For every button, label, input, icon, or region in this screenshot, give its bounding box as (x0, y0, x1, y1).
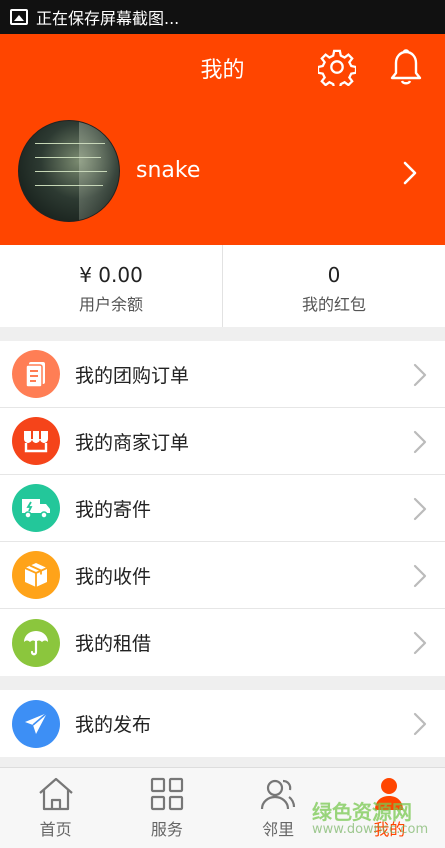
tab-label: 邻里 (262, 820, 295, 839)
menu-label: 我的收件 (75, 565, 152, 588)
menu-item-rentals[interactable]: 我的租借 (0, 609, 445, 676)
tab-services[interactable]: 服务 (111, 768, 222, 848)
menu-group-orders: 我的团购订单 我的商家订单 我的寄件 我的收件 我的租借 (0, 341, 445, 676)
chevron-right-icon[interactable] (402, 160, 418, 186)
truck-icon (12, 484, 60, 532)
store-icon (12, 417, 60, 465)
status-bar: 正在保存屏幕截图... (0, 0, 445, 34)
image-icon (10, 9, 28, 25)
chevron-right-icon (413, 631, 427, 655)
status-text: 正在保存屏幕截图... (36, 9, 180, 28)
redpacket-label: 我的红包 (301, 295, 366, 314)
menu-item-my-posts[interactable]: 我的发布 (0, 690, 445, 757)
menu-label: 我的租借 (75, 633, 152, 655)
page-title: 我的 (200, 58, 245, 83)
watermark-url: www.downcc.com (312, 822, 429, 837)
bell-icon[interactable] (388, 48, 424, 86)
chevron-right-icon (413, 712, 427, 736)
menu-item-merchant-orders[interactable]: 我的商家订单 (0, 408, 445, 475)
grid-icon (150, 777, 183, 811)
redpacket-value: 0 (327, 263, 341, 287)
gear-icon[interactable] (318, 48, 356, 86)
chevron-right-icon (413, 497, 427, 521)
profile-header: 我的 snake (0, 34, 445, 245)
chevron-right-icon (413, 430, 427, 454)
box-icon (12, 551, 60, 599)
tab-label: 首页 (39, 820, 72, 839)
tab-label: 服务 (150, 820, 183, 839)
username[interactable]: snake (136, 158, 200, 183)
paper-plane-icon (12, 699, 60, 748)
balance-cell[interactable]: ¥ 0.00 用户余额 (0, 245, 222, 327)
menu-item-group-buy-orders[interactable]: 我的团购订单 (0, 341, 445, 408)
menu-label: 我的寄件 (75, 498, 152, 521)
menu-item-receive-parcels[interactable]: 我的收件 (0, 542, 445, 609)
watermark-text: 绿色资源网 (312, 800, 412, 824)
document-icon (12, 350, 60, 398)
tab-home[interactable]: 首页 (0, 768, 111, 848)
umbrella-icon (12, 618, 60, 667)
people-icon (261, 779, 296, 810)
chevron-right-icon (413, 363, 427, 387)
redpacket-cell[interactable]: 0 我的红包 (222, 245, 445, 327)
balance-label: 用户余额 (78, 295, 143, 314)
balance-value: ¥ 0.00 (79, 263, 143, 287)
home-icon (38, 777, 73, 811)
menu-item-send-parcels[interactable]: 我的寄件 (0, 475, 445, 542)
wallet-summary: ¥ 0.00 用户余额 0 我的红包 (0, 245, 445, 327)
avatar[interactable] (18, 120, 120, 222)
menu-group-posts: 我的发布 (0, 690, 445, 757)
menu-label: 我的团购订单 (75, 364, 190, 387)
chevron-right-icon (413, 564, 427, 588)
menu-label: 我的商家订单 (75, 431, 190, 454)
menu-label: 我的发布 (75, 714, 152, 736)
